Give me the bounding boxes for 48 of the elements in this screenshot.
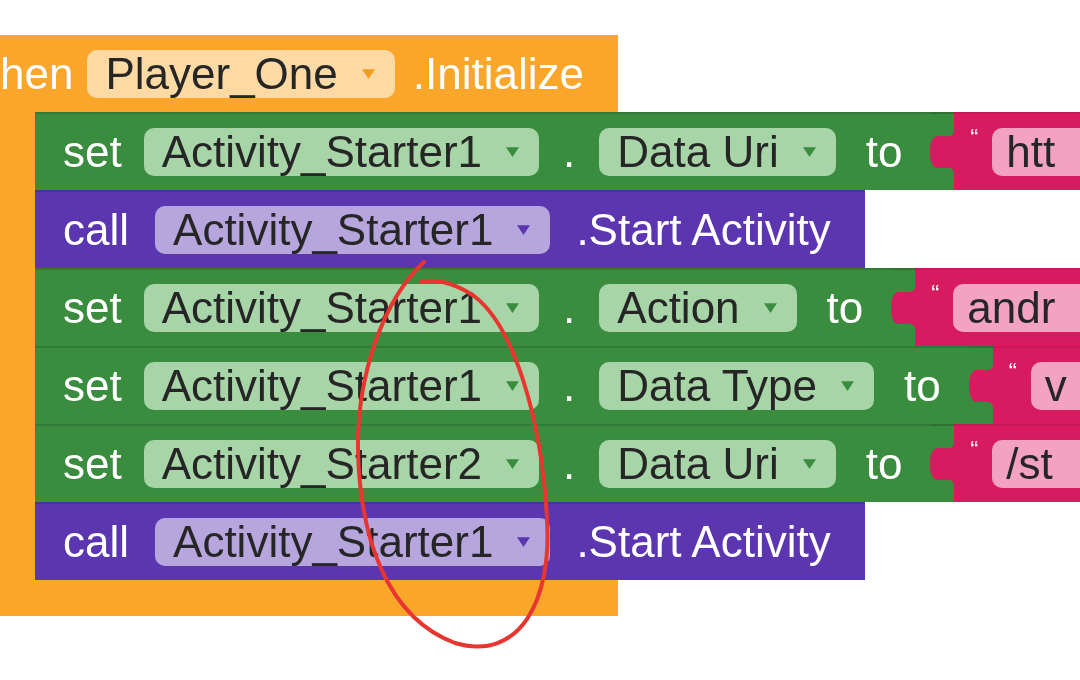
caret-icon xyxy=(506,459,520,469)
caret-icon xyxy=(517,537,531,547)
dot-label: . xyxy=(563,127,576,177)
dot-label: . xyxy=(563,361,576,411)
keyword-label: set xyxy=(63,286,122,330)
text-field[interactable]: htt xyxy=(992,128,1080,176)
property-dropdown[interactable]: Data Uri xyxy=(599,440,836,488)
keyword-label: set xyxy=(63,364,122,408)
quote-mark: “ xyxy=(1008,360,1017,384)
text-field[interactable]: andr xyxy=(953,284,1080,332)
to-label: to xyxy=(865,439,903,489)
caret-icon xyxy=(841,381,855,391)
dot-label: . xyxy=(563,439,576,489)
component-dropdown[interactable]: Activity_Starter1 xyxy=(155,206,551,254)
keyword-label: call xyxy=(63,208,130,252)
caret-icon xyxy=(802,459,816,469)
keyword-label: set xyxy=(63,130,122,174)
to-label: to xyxy=(904,361,941,411)
text-field[interactable]: v xyxy=(1030,362,1080,410)
dot-label: . xyxy=(563,283,576,333)
quote-mark: “ xyxy=(931,282,940,306)
caret-icon xyxy=(802,147,816,157)
property-dropdown[interactable]: Action xyxy=(599,284,797,332)
event-name-label: .Initialize xyxy=(412,48,584,99)
text-field[interactable]: /st xyxy=(992,440,1080,488)
caret-icon xyxy=(517,225,531,235)
puzzle-tab-icon xyxy=(968,364,993,408)
keyword-label: call xyxy=(63,520,130,564)
method-name-label: .Start Activity xyxy=(576,517,831,567)
puzzle-tab-icon xyxy=(930,130,955,174)
puzzle-tab-icon xyxy=(930,442,955,486)
puzzle-tab-icon xyxy=(891,286,916,330)
to-label: to xyxy=(826,283,864,333)
caret-icon xyxy=(763,303,777,313)
keyword-label: set xyxy=(63,442,122,486)
caret-icon xyxy=(506,303,520,313)
quote-mark: “ xyxy=(970,126,979,150)
caret-icon xyxy=(506,381,520,391)
property-dropdown[interactable]: Data Uri xyxy=(599,128,836,176)
method-name-label: .Start Activity xyxy=(576,205,831,255)
component-dropdown[interactable]: Activity_Starter1 xyxy=(143,128,540,176)
keyword-label: hen xyxy=(0,51,74,96)
to-label: to xyxy=(865,127,903,177)
quote-mark: “ xyxy=(970,438,979,462)
component-dropdown[interactable]: Player_One xyxy=(87,49,395,98)
caret-icon xyxy=(361,68,375,79)
caret-icon xyxy=(506,147,520,157)
property-dropdown[interactable]: Data Type xyxy=(599,362,875,410)
